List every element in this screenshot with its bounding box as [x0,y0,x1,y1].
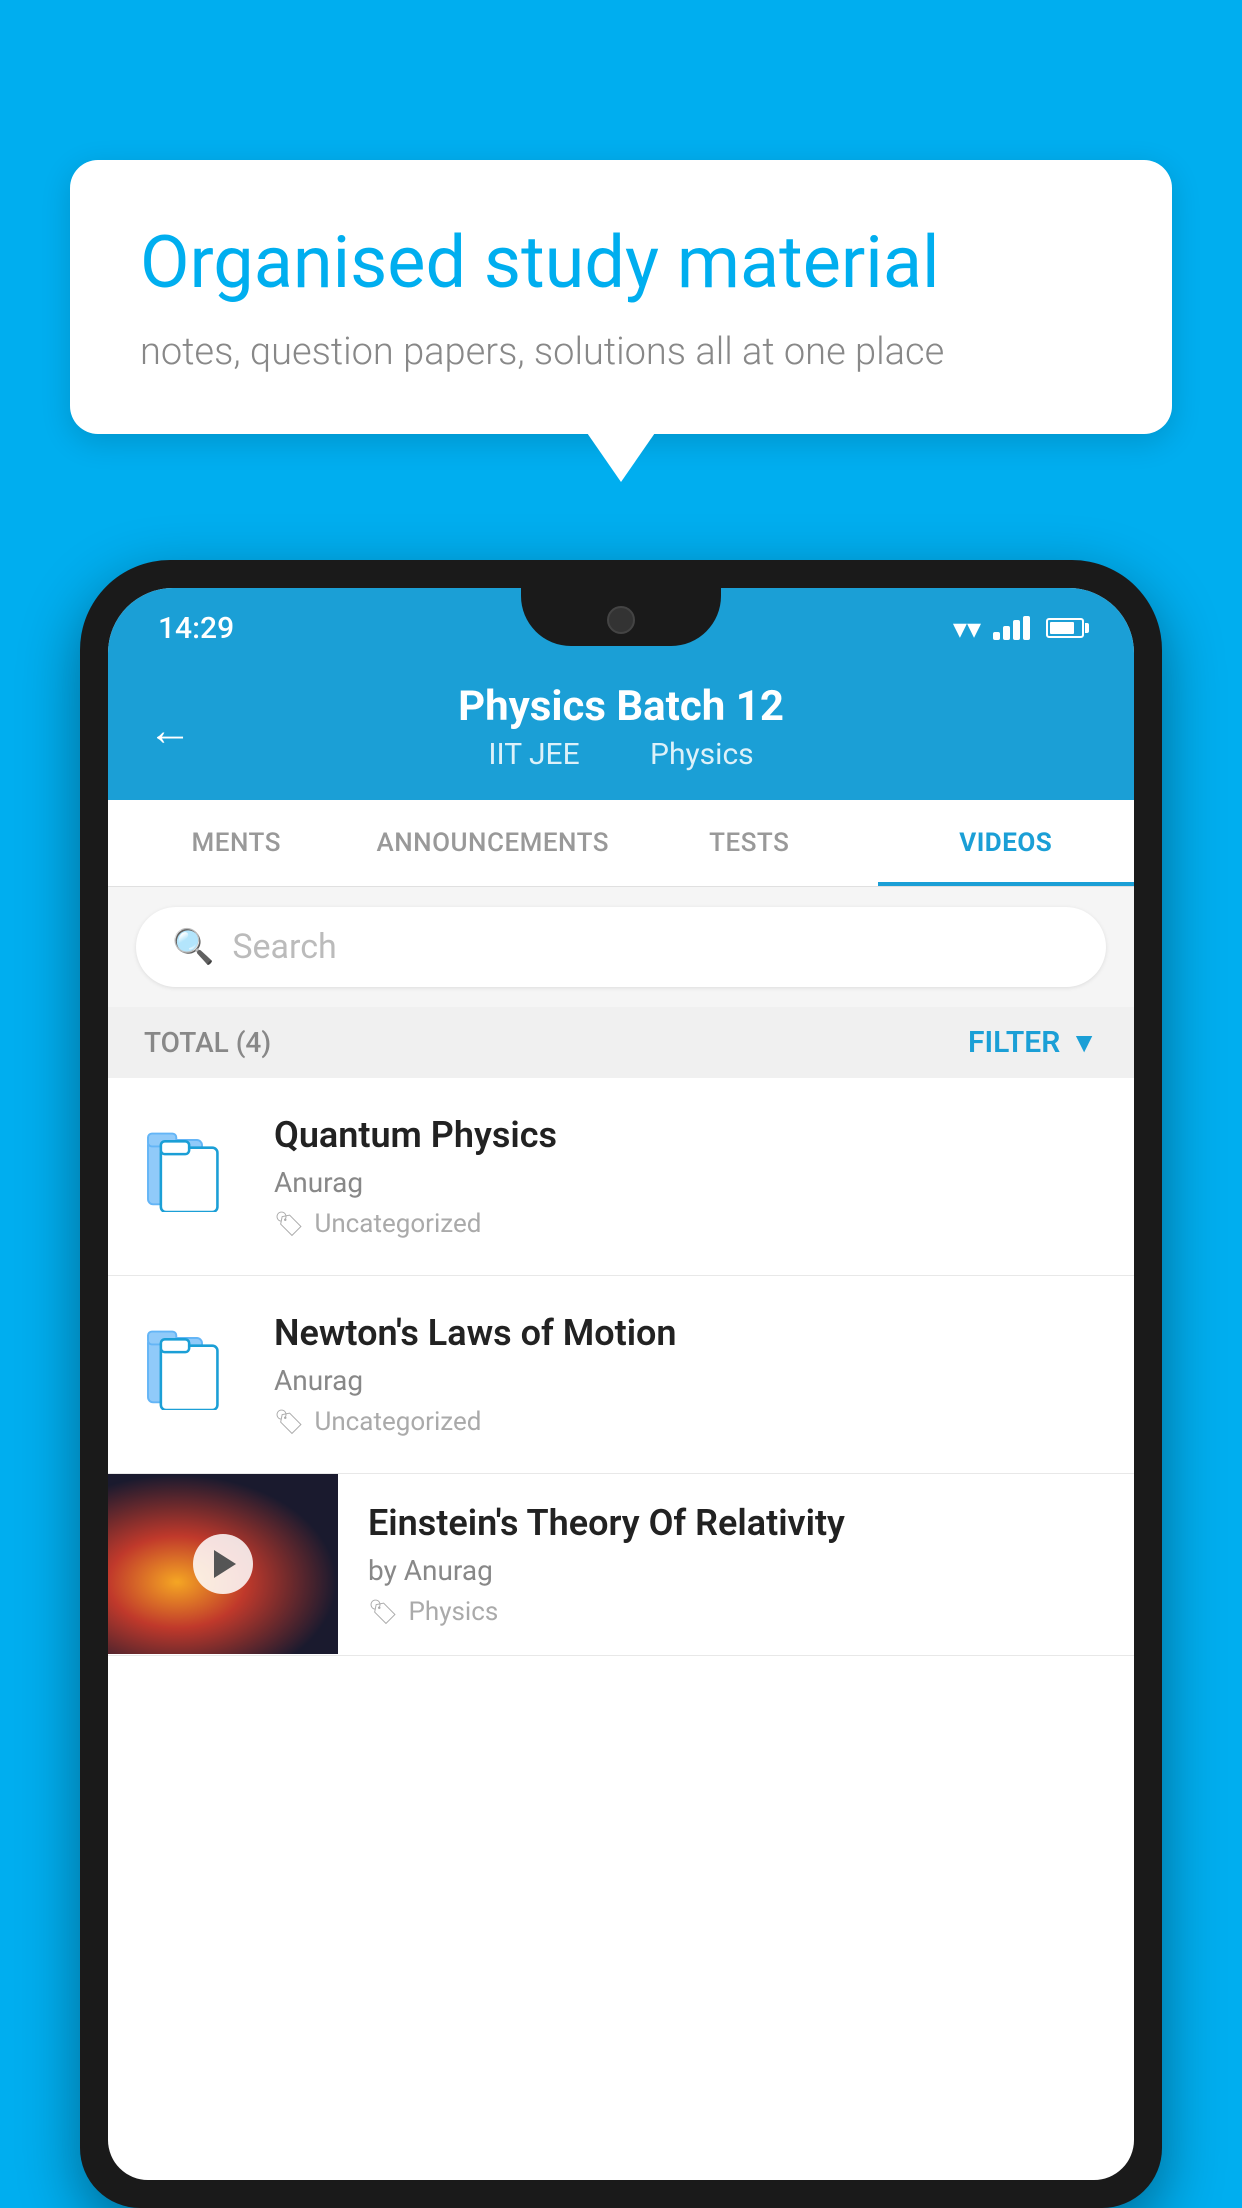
header-subtitle: IIT JEE Physics [148,737,1094,772]
video-folder-icon [144,1122,244,1216]
filter-icon: ▼ [1070,1026,1098,1059]
tabs-bar: MENTS ANNOUNCEMENTS TESTS VIDEOS [108,800,1134,887]
phone-inner: 14:29 ▾▾ ← Physics Batch 12 [108,588,1134,2180]
video-list: Quantum Physics Anurag 🏷 Uncategorized [108,1078,1134,1656]
list-item[interactable]: Einstein's Theory Of Relativity by Anura… [108,1474,1134,1656]
search-box[interactable]: 🔍 Search [136,907,1106,987]
tag-label: Uncategorized [314,1407,481,1437]
video-thumbnail [108,1474,338,1654]
header-tag-sep [611,737,626,772]
wifi-icon: ▾▾ [953,612,981,645]
video-info: Newton's Laws of Motion Anurag 🏷 Uncateg… [274,1312,1098,1437]
list-item[interactable]: Newton's Laws of Motion Anurag 🏷 Uncateg… [108,1276,1134,1474]
header-tag1: IIT JEE [488,737,579,772]
video-title: Quantum Physics [274,1114,1098,1156]
search-container: 🔍 Search [108,887,1134,1007]
back-button[interactable]: ← [148,704,192,756]
header-title: Physics Batch 12 [148,682,1094,731]
list-item[interactable]: Quantum Physics Anurag 🏷 Uncategorized [108,1078,1134,1276]
video-info: Quantum Physics Anurag 🏷 Uncategorized [274,1114,1098,1239]
tag-icon: 🏷 [274,1210,304,1238]
video-author: Anurag [274,1364,1098,1397]
tag-icon: 🏷 [274,1408,304,1436]
status-icons: ▾▾ [953,612,1084,645]
video-tag: 🏷 Uncategorized [274,1407,1098,1437]
filter-label: FILTER [968,1025,1060,1060]
tab-videos[interactable]: VIDEOS [878,800,1135,886]
header-tag2: Physics [650,737,754,772]
phone-notch [521,588,721,646]
status-time: 14:29 [158,611,234,646]
tab-announcements[interactable]: ANNOUNCEMENTS [365,800,622,886]
play-button[interactable] [193,1534,253,1594]
app-header: ← Physics Batch 12 IIT JEE Physics [108,660,1134,800]
search-placeholder: Search [232,927,336,967]
video-tag: 🏷 Uncategorized [274,1209,1098,1239]
filter-button[interactable]: FILTER ▼ [968,1025,1098,1060]
signal-icon [993,616,1030,640]
battery-icon [1046,618,1084,638]
bubble-title: Organised study material [140,220,1102,306]
camera-icon [607,606,635,634]
play-icon [214,1550,236,1578]
tag-icon: 🏷 [368,1598,398,1626]
tab-tests[interactable]: TESTS [621,800,878,886]
tag-label: Physics [408,1597,498,1627]
video-folder-icon [144,1320,244,1414]
speech-bubble: Organised study material notes, question… [70,160,1172,434]
total-label: TOTAL (4) [144,1026,271,1059]
video-info: Einstein's Theory Of Relativity by Anura… [338,1474,1134,1655]
search-icon: 🔍 [172,927,214,967]
video-author: Anurag [274,1166,1098,1199]
video-tag: 🏷 Physics [368,1597,1104,1627]
filter-bar: TOTAL (4) FILTER ▼ [108,1007,1134,1078]
video-title: Newton's Laws of Motion [274,1312,1098,1354]
tag-label: Uncategorized [314,1209,481,1239]
tab-ments[interactable]: MENTS [108,800,365,886]
bubble-subtitle: notes, question papers, solutions all at… [140,330,1102,374]
phone-frame: 14:29 ▾▾ ← Physics Batch 12 [80,560,1162,2208]
video-author: by Anurag [368,1554,1104,1587]
video-title: Einstein's Theory Of Relativity [368,1502,1104,1544]
